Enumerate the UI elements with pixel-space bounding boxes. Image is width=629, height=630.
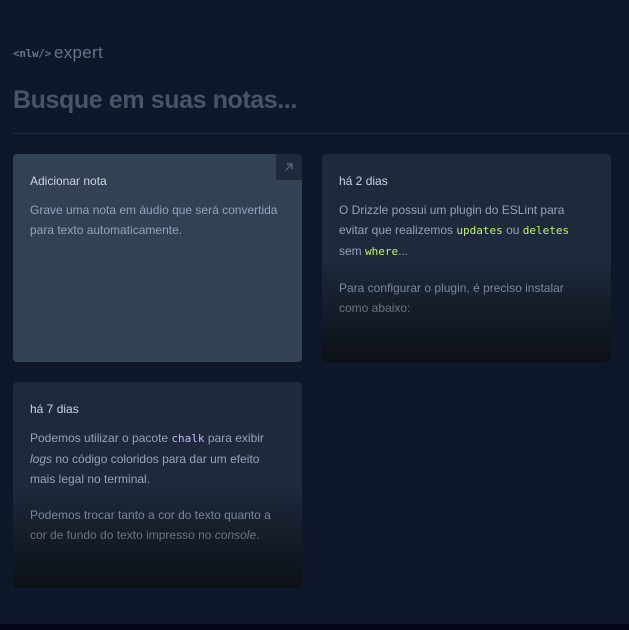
logo-word: expert <box>53 43 103 62</box>
note-paragraph: O Drizzle possui um plugin do ESLint par… <box>339 200 594 262</box>
note-text: ... <box>398 244 409 258</box>
note-text: ou <box>502 223 523 237</box>
note-emphasis: console <box>214 528 257 542</box>
note-text: . <box>256 528 260 542</box>
note-text: no código coloridos para dar um efeito m… <box>30 452 260 486</box>
inline-code: where <box>365 245 399 258</box>
note-paragraph: Podemos utilizar o pacote chalk para exi… <box>30 428 285 489</box>
arrow-up-right-icon <box>276 154 302 180</box>
app-page: <nlw/> expert Adicionar nota Grave uma n… <box>0 0 629 630</box>
note-paragraph: Podemos trocar tanto a cor do texto quan… <box>30 505 285 545</box>
note-text: para exibir <box>204 431 264 445</box>
note-card[interactable]: há 2 dias O Drizzle possui um plugin do … <box>322 154 611 362</box>
note-date: há 7 dias <box>30 402 79 416</box>
add-note-title: Adicionar nota <box>30 174 107 188</box>
note-date: há 2 dias <box>339 174 388 188</box>
note-card[interactable]: há 7 dias Podemos utilizar o pacote chal… <box>13 382 302 588</box>
note-emphasis: logs <box>30 452 53 466</box>
inline-code: updates <box>456 224 503 237</box>
logo-tag: <nlw/> <box>13 46 51 60</box>
add-note-description: Grave uma nota em áudio que será convert… <box>30 203 278 237</box>
inline-code: deletes <box>522 224 570 237</box>
bottom-bar <box>0 624 629 630</box>
inline-code: chalk <box>171 432 205 445</box>
note-text: Podemos utilizar o pacote <box>30 431 172 445</box>
divider <box>13 133 629 134</box>
note-paragraph: Para configurar o plugin, é preciso inst… <box>339 281 564 315</box>
note-text: sem <box>339 244 366 258</box>
add-note-card[interactable]: Adicionar nota Grave uma nota em áudio q… <box>13 154 302 362</box>
nlw-expert-logo: <nlw/> expert <box>13 43 103 63</box>
search-input[interactable] <box>13 82 613 118</box>
